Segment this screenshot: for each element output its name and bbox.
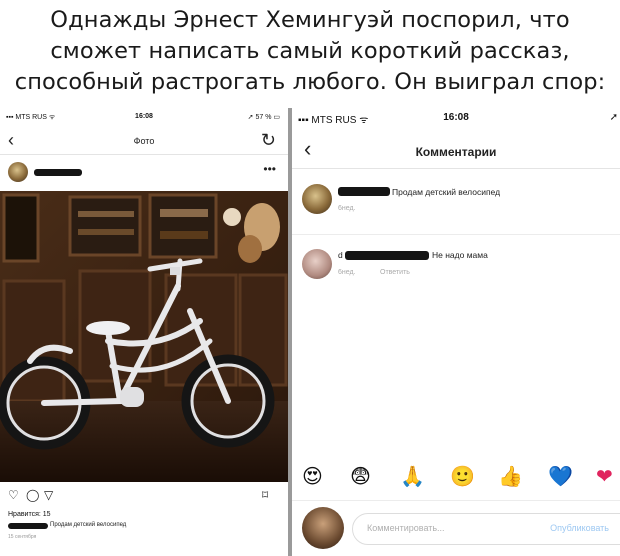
- comments-screen: ▪▪▪ MTS RUS ᯤ 16:08 ➚ ‹ Комментарии Прод…: [292, 108, 620, 556]
- comment-input[interactable]: Комментировать... Опубликовать: [352, 513, 620, 545]
- smile-emoji-icon[interactable]: 🙂: [450, 464, 475, 488]
- praying-hands-emoji-icon[interactable]: 🙏: [400, 464, 425, 488]
- comment-input-placeholder: Комментировать...: [367, 523, 445, 533]
- redacted-username: [8, 523, 48, 529]
- headline: Однажды Эрнест Хемингуэй поспорил, что с…: [0, 0, 620, 108]
- likes-count: Нравится: 15: [8, 511, 51, 518]
- user-avatar[interactable]: [302, 249, 332, 279]
- caption-text: Продам детский велосипед: [50, 522, 127, 528]
- current-user-avatar: [302, 507, 344, 549]
- post-actions: ♡ ◯ ▽ ⌑: [0, 488, 288, 508]
- user-avatar[interactable]: [302, 184, 332, 214]
- clock: 16:08: [135, 113, 153, 120]
- post-header: •••: [0, 158, 288, 186]
- comment-item: d Не надо мама 6нед. Ответить: [292, 241, 620, 299]
- redacted-username: [338, 187, 390, 196]
- redacted-username: [34, 169, 82, 176]
- thumbs-up-emoji-icon[interactable]: 👍: [498, 464, 523, 488]
- navigation-bar: ‹ Комментарии: [292, 132, 620, 169]
- status-bar: ▪▪▪ MTS RUS ᯤ 16:08 ➚ 57 % ▭: [0, 110, 288, 124]
- refresh-icon[interactable]: ↻: [261, 130, 276, 151]
- post-photo[interactable]: [0, 191, 288, 482]
- post-timestamp: 15 сентября: [8, 534, 37, 540]
- comment-text: Не надо мама: [432, 250, 488, 260]
- comment-icon[interactable]: ◯: [26, 488, 39, 502]
- navigation-bar: ‹ Фото ↻: [0, 128, 288, 155]
- nav-title: Фото: [133, 136, 155, 146]
- user-avatar[interactable]: [8, 162, 28, 182]
- comment-username-initial: d: [338, 250, 343, 260]
- headline-line-3: способный растрогать любого. Он выиграл …: [14, 69, 606, 95]
- post-caption: Продам детский велосипед: [8, 522, 280, 532]
- heart-outline-icon[interactable]: ♡: [8, 488, 19, 502]
- comment-time: 6нед.: [338, 269, 356, 276]
- battery-indicator: ➚ 57 % ▭: [247, 114, 280, 121]
- headline-line-1: Однажды Эрнест Хемингуэй поспорил, что: [50, 7, 570, 33]
- fearful-emoji-icon[interactable]: 😨: [350, 464, 371, 488]
- heart-eyes-emoji-icon[interactable]: 😍: [302, 464, 323, 488]
- comment-text: Продам детский велосипед: [392, 187, 501, 197]
- divider-line: [292, 234, 620, 235]
- red-heart-emoji-icon[interactable]: ❤: [596, 464, 613, 488]
- emoji-quick-bar: 😍 😨 🙏 🙂 👍 💙 ❤: [292, 464, 620, 494]
- blue-heart-emoji-icon[interactable]: 💙: [548, 464, 573, 488]
- clock: 16:08: [443, 112, 469, 123]
- comment-input-bar: Комментировать... Опубликовать: [292, 500, 620, 556]
- bookmark-icon[interactable]: ⌑: [262, 488, 268, 502]
- comment-time: 6нед.: [338, 205, 356, 212]
- redacted-username: [345, 251, 429, 260]
- reply-link[interactable]: Ответить: [380, 269, 410, 276]
- more-options-icon[interactable]: •••: [263, 162, 276, 176]
- photo-post-screen: ▪▪▪ MTS RUS ᯤ 16:08 ➚ 57 % ▭ ‹ Фото ↻ ••…: [0, 108, 288, 556]
- nav-title: Комментарии: [415, 145, 497, 159]
- location-icon: ➚: [609, 112, 618, 123]
- post-comment-button[interactable]: Опубликовать: [550, 523, 609, 533]
- comment-item: Продам детский велосипед 6нед.: [292, 176, 620, 234]
- status-bar: ▪▪▪ MTS RUS ᯤ 16:08 ➚: [292, 110, 620, 126]
- share-icon[interactable]: ▽: [44, 488, 53, 502]
- headline-line-2: сможет написать самый короткий рассказ,: [50, 38, 570, 64]
